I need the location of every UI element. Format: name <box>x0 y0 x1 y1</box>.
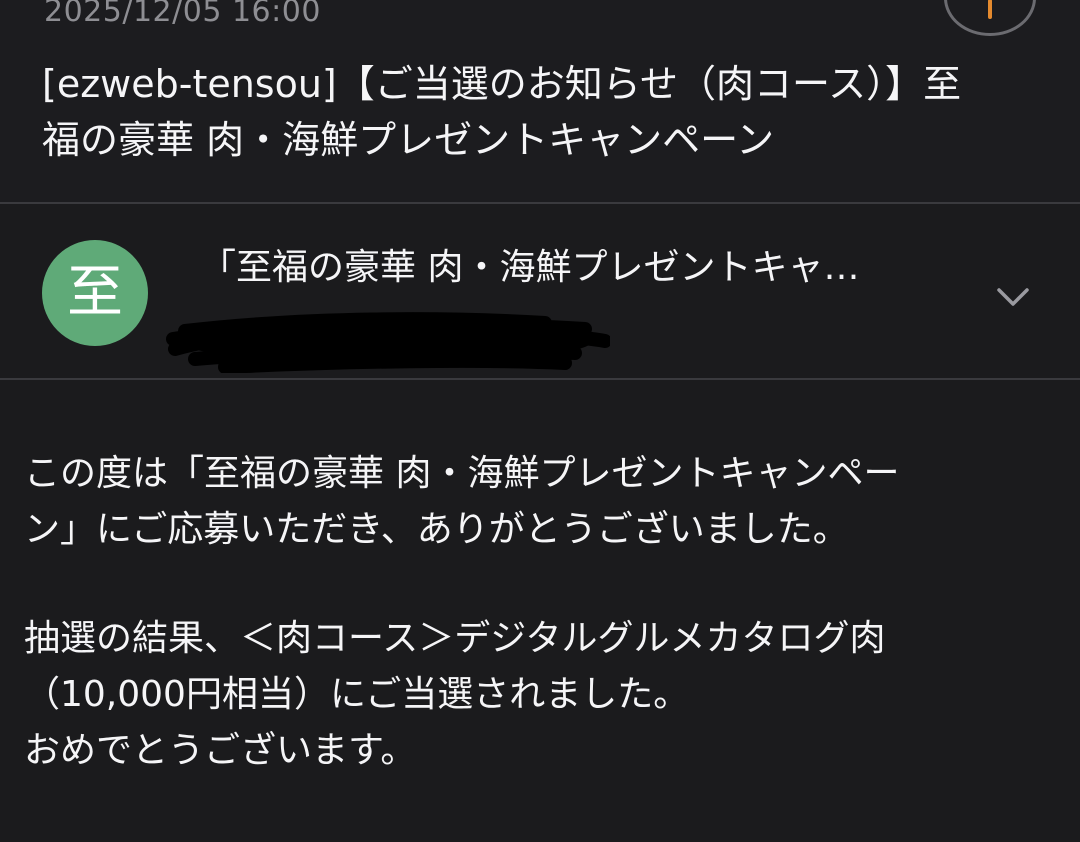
chevron-down-icon[interactable] <box>985 274 1041 318</box>
reply-icon[interactable] <box>944 0 1036 36</box>
body-line: この度は「至福の豪華 肉・海鮮プレゼントキャンペー <box>24 453 900 494</box>
email-header: 2025/12/05 16:00 [ezweb-tensou]【ご当選のお知らせ… <box>0 0 1080 202</box>
email-body: この度は「至福の豪華 肉・海鮮プレゼントキャンペー ン」にご応募いただき、ありが… <box>24 446 1064 779</box>
email-detail-view: 2025/12/05 16:00 [ezweb-tensou]【ご当選のお知らせ… <box>0 0 1080 842</box>
email-timestamp: 2025/12/05 16:00 <box>44 0 321 29</box>
body-line: 抽選の結果、＜肉コース＞デジタルグルメカタログ肉 <box>24 618 886 659</box>
redacted-address-scribble <box>166 312 610 373</box>
sender-name: 「至福の豪華 肉・海鮮プレゼントキャ… <box>200 247 860 288</box>
email-subject-line: 福の豪華 肉・海鮮プレゼントキャンペーン <box>42 118 775 162</box>
avatar: 至 <box>42 240 148 346</box>
reply-icon-accent <box>988 0 992 19</box>
body-paragraph: この度は「至福の豪華 肉・海鮮プレゼントキャンペー ン」にご応募いただき、ありが… <box>24 446 1064 558</box>
body-paragraph: 抽選の結果、＜肉コース＞デジタルグルメカタログ肉 （10,000円相当）にご当選… <box>24 611 1064 779</box>
body-line: ン」にご応募いただき、ありがとうございました。 <box>24 509 849 550</box>
body-line: おめでとうございます。 <box>24 730 417 771</box>
sender-divider <box>0 378 1080 380</box>
body-line: （10,000円相当）にご当選されました。 <box>24 674 690 715</box>
sender-row[interactable]: 至 「至福の豪華 肉・海鮮プレゼントキャ… <box>0 204 1080 378</box>
email-subject-line: [ezweb-tensou]【ご当選のお知らせ（肉コース）】至 <box>42 62 962 106</box>
email-subject: [ezweb-tensou]【ご当選のお知らせ（肉コース）】至 福の豪華 肉・海… <box>42 56 1042 168</box>
